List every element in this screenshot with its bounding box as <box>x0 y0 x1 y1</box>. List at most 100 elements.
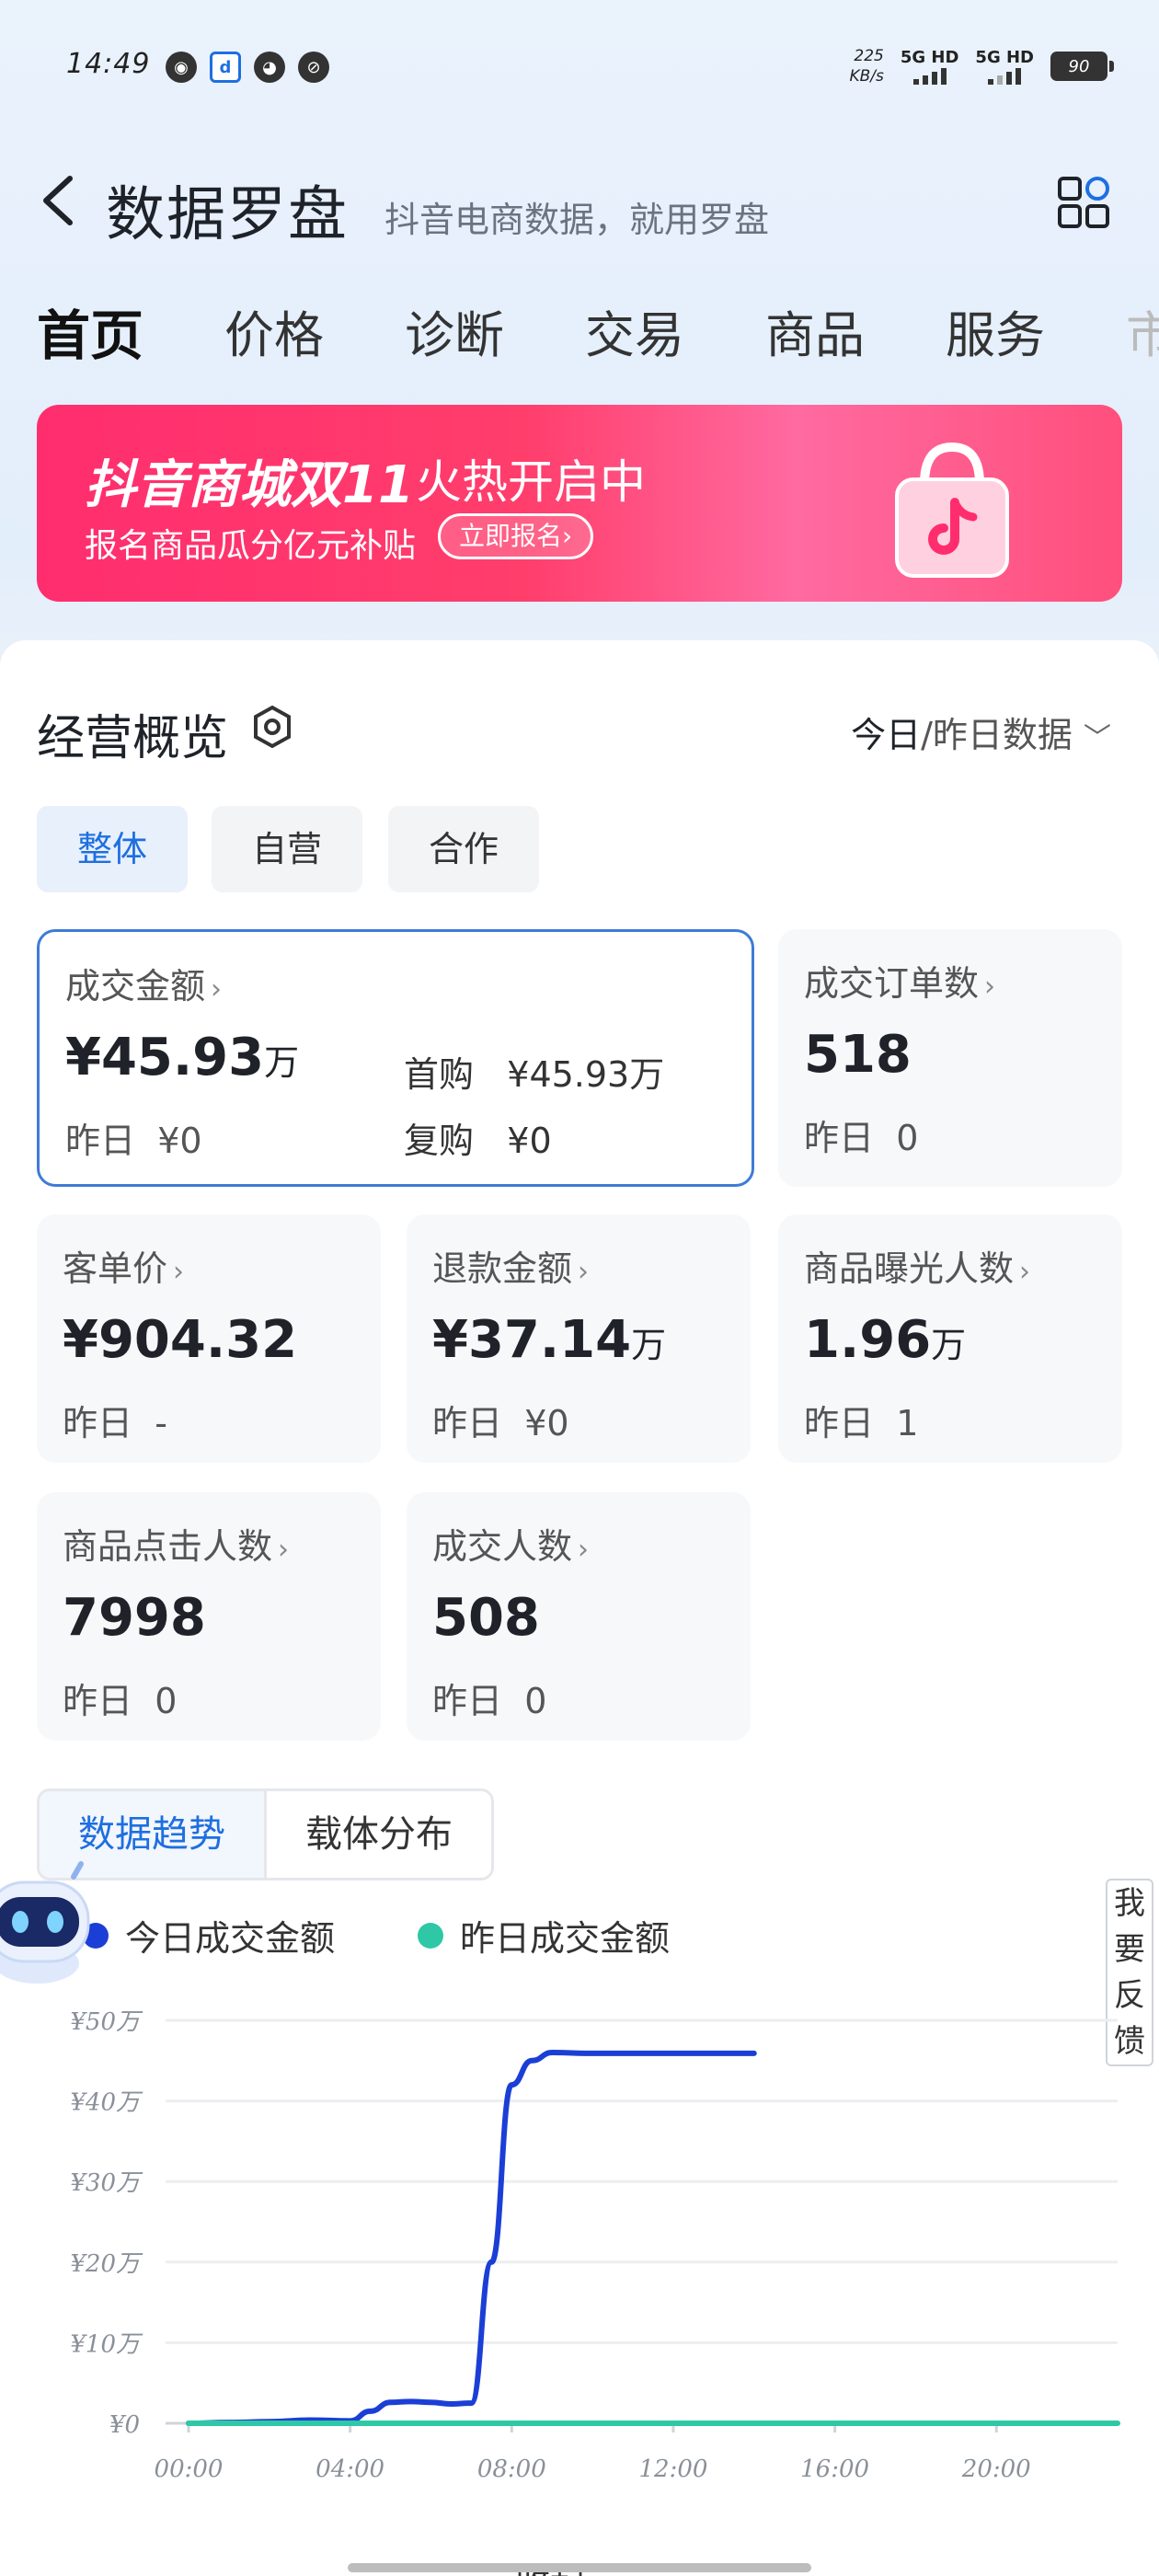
legend-today-label: 今日成交金额 <box>125 1918 336 1959</box>
date-rest: /昨日数据 <box>921 715 1073 755</box>
segment-partner[interactable]: 合作 <box>388 806 539 892</box>
y-tick-label: ¥10万 <box>70 2330 143 2358</box>
metric-first-purchase: 首购 ¥45.93万 <box>404 1054 665 1095</box>
tab-carrier-distribution[interactable]: 载体分布 <box>267 1791 491 1878</box>
y-tick-label: ¥50万 <box>70 2008 143 2036</box>
metric-buyers[interactable]: 成交人数 › 508 昨日 0 <box>407 1492 751 1741</box>
metric-clicks[interactable]: 商品点击人数 › 7998 昨日 0 <box>37 1492 381 1741</box>
signal-2: 5G HD <box>975 48 1034 85</box>
x-tick-label: 16:00 <box>800 2455 869 2483</box>
apps-grid-icon[interactable] <box>1056 175 1111 230</box>
metric-value: 518 <box>804 1025 912 1085</box>
y-tick-label: ¥20万 <box>70 2250 143 2278</box>
settings-hex-icon[interactable] <box>250 705 294 749</box>
metric-refund[interactable]: 退款金额 › ¥37.14万 昨日 ¥0 <box>407 1214 751 1463</box>
assistant-robot-icon[interactable] <box>0 1855 110 1993</box>
chevron-down-icon: ﹀ <box>1084 722 1111 754</box>
x-tick-label: 08:00 <box>477 2455 546 2483</box>
segment-self[interactable]: 自营 <box>212 806 362 892</box>
tab-home[interactable]: 首页 <box>37 294 143 377</box>
metric-value: ¥904.32 <box>63 1310 298 1370</box>
metric-label: 客单价 › <box>63 1248 185 1289</box>
metric-value: ¥37.14万 <box>432 1310 667 1370</box>
status-bar: 14:49 ◉ d ◕ ⊘ 225 KB/s 5G HD 5G HD 90 <box>0 0 1159 138</box>
app-header: 数据罗盘 抖音电商数据，就用罗盘 <box>0 156 1159 249</box>
metric-label: 商品曝光人数 › <box>804 1248 1031 1289</box>
metric-value: 508 <box>432 1588 540 1648</box>
metric-yesterday: 昨日 1 <box>804 1403 919 1443</box>
x-tick-label: 04:00 <box>316 2455 384 2483</box>
overview-card: 经营概览 今日/昨日数据 ﹀ 整体 自营 合作 成交金额 › ¥45.93万 昨日… <box>0 640 1159 2576</box>
legend-yesterday-label: 昨日成交金额 <box>460 1918 671 1959</box>
register-now-button[interactable]: 立即报名› <box>438 513 594 559</box>
metric-label: 成交人数 › <box>432 1526 590 1567</box>
date-today: 今日 <box>851 715 922 755</box>
promo-banner[interactable]: 抖音商城双11 火热开启中 报名商品瓜分亿元补贴 立即报名› <box>37 405 1122 602</box>
metric-value: 1.96万 <box>804 1310 967 1370</box>
metric-yesterday: 昨日 0 <box>63 1681 178 1721</box>
segment-all[interactable]: 整体 <box>37 806 188 892</box>
tab-goods[interactable]: 商品 <box>765 294 865 377</box>
banner-title: 抖音商城双11 <box>85 455 414 515</box>
status-time: 14:49 <box>66 48 151 80</box>
metric-repeat-purchase: 复购 ¥0 <box>404 1121 552 1161</box>
signal-2-label: 5G HD <box>975 48 1034 67</box>
date-selector[interactable]: 今日/昨日数据 ﹀ <box>851 707 1111 757</box>
metric-yesterday: 昨日 ¥0 <box>65 1121 202 1161</box>
feedback-char: 要 <box>1114 1931 1145 1968</box>
planet-app-icon: ⊘ <box>298 52 329 83</box>
home-indicator[interactable] <box>348 2563 811 2572</box>
net-speed-unit: KB/s <box>849 67 884 86</box>
net-speed: 225 KB/s <box>849 46 883 86</box>
page-subtitle: 抖音电商数据，就用罗盘 <box>384 200 770 240</box>
feedback-char: 我 <box>1114 1885 1145 1922</box>
y-tick-label: ¥30万 <box>70 2169 143 2197</box>
metric-value: ¥45.93万 <box>65 1028 300 1087</box>
x-tick-label: 12:00 <box>638 2455 707 2483</box>
metric-label: 成交金额 › <box>65 966 223 1006</box>
tab-trade[interactable]: 交易 <box>585 294 684 377</box>
metric-value: 7998 <box>63 1588 206 1648</box>
metric-yesterday: 昨日 0 <box>432 1681 547 1721</box>
signal-bars-icon <box>912 68 947 85</box>
metric-orders[interactable]: 成交订单数 › 518 昨日 0 <box>778 929 1122 1187</box>
back-arrow-icon[interactable] <box>37 173 83 228</box>
battery-icon: 90 <box>1050 52 1114 81</box>
tab-market[interactable]: 市 <box>1126 294 1159 377</box>
signal-1-label: 5G HD <box>900 48 959 67</box>
signal-1: 5G HD <box>900 48 959 85</box>
metric-label: 商品点击人数 › <box>63 1526 290 1567</box>
wechat-icon: ◉ <box>166 52 197 83</box>
metric-aov[interactable]: 客单价 › ¥904.32 昨日 - <box>37 1214 381 1463</box>
app-notify-icon: d <box>210 52 241 83</box>
main-tabs: 首页 价格 诊断 交易 商品 服务 市 <box>37 294 1159 377</box>
cat-app-icon: ◕ <box>254 52 285 83</box>
metric-label: 退款金额 › <box>432 1248 590 1289</box>
metric-yesterday: 昨日 ¥0 <box>432 1403 569 1443</box>
signal-bars-icon <box>988 68 1022 85</box>
x-tick-label: 20:00 <box>961 2455 1031 2483</box>
banner-hot-text: 火热开启中 <box>416 455 646 509</box>
x-tick-label: 00:00 <box>155 2455 224 2483</box>
status-app-icons: ◉ d ◕ ⊘ <box>166 52 329 83</box>
y-tick-label: ¥0 <box>109 2411 140 2439</box>
metric-gmv[interactable]: 成交金额 › ¥45.93万 昨日 ¥0 首购 ¥45.93万 复购 ¥0 <box>37 929 754 1187</box>
tab-service[interactable]: 服务 <box>946 294 1045 377</box>
legend-yesterday-dot <box>418 1922 444 1949</box>
metric-exposure[interactable]: 商品曝光人数 › 1.96万 昨日 1 <box>778 1214 1122 1463</box>
metric-yesterday: 昨日 - <box>63 1403 167 1443</box>
legend-today[interactable]: 今日成交金额 <box>83 1910 335 1961</box>
banner-subtitle: 报名商品瓜分亿元补贴 <box>85 527 417 565</box>
series-line-today <box>186 2050 757 2426</box>
metric-label: 成交订单数 › <box>804 963 996 1004</box>
tab-diagnosis[interactable]: 诊断 <box>405 294 504 377</box>
page-title: 数据罗盘 <box>106 181 349 249</box>
net-speed-value: 225 <box>854 47 884 65</box>
legend-yesterday[interactable]: 昨日成交金额 <box>418 1910 670 1961</box>
trend-line-chart: ¥0 ¥10万 ¥20万 ¥30万 ¥40万 ¥50万 00:00 04:00 08:00 12:… <box>70 2008 1120 2483</box>
overview-title: 经营概览 <box>37 711 229 766</box>
y-tick-label: ¥40万 <box>70 2089 143 2117</box>
chart-legend: 今日成交金额 昨日成交金额 <box>83 1910 670 1961</box>
shopping-bag-icon <box>895 442 1009 578</box>
tab-price[interactable]: 价格 <box>224 294 324 377</box>
